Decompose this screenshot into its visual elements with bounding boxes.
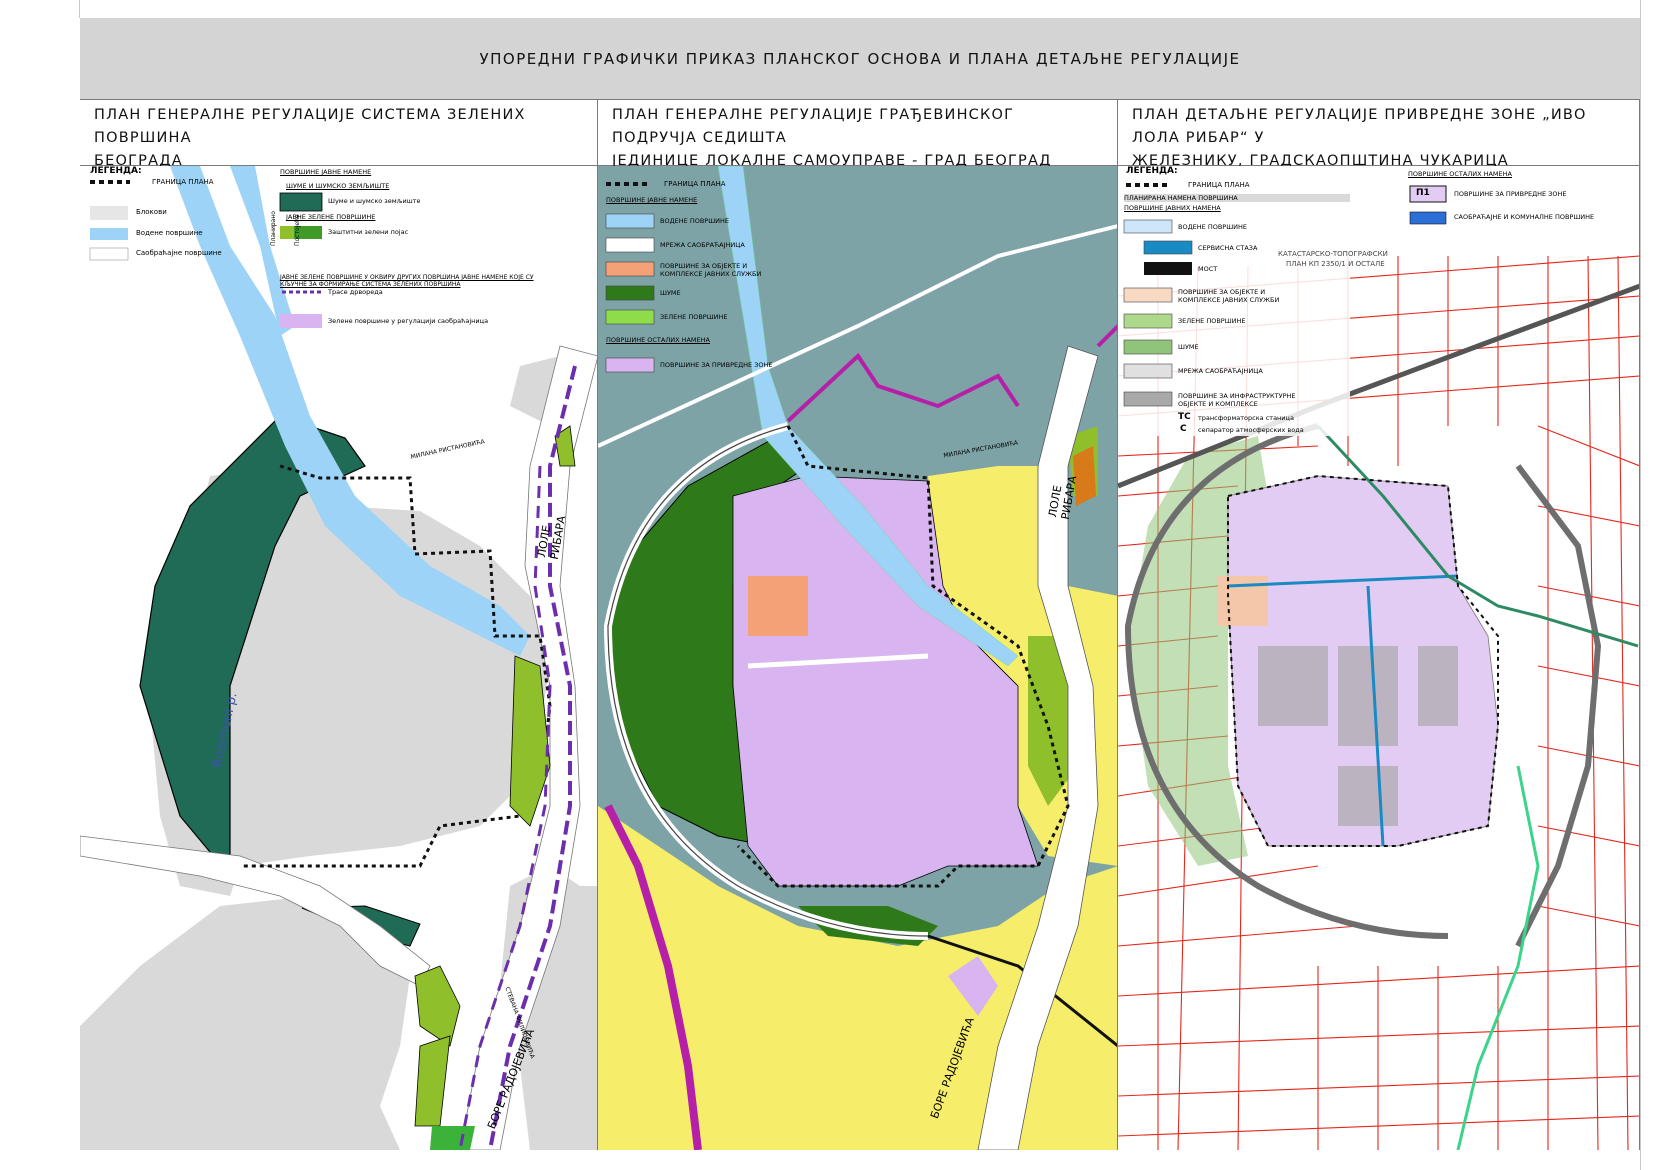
panel3-legend-tc-label: трансформаторска станица: [1198, 414, 1294, 422]
sheet-title: УПОРЕДНИ ГРАФИЧКИ ПРИКАЗ ПЛАНСКОГ ОСНОВА…: [80, 18, 1640, 100]
panel2-legend-other-use: ПОВРШИНЕ ОСТАЛИХ НАМЕНА: [606, 336, 710, 344]
protective-belt-3: [414, 965, 461, 1047]
panel3-map-drawing: [1118, 166, 1639, 1150]
panel3-legend-forests: ШУМЕ: [1178, 343, 1199, 351]
panel3-legend-water: ВОДЕНЕ ПОВРШИНЕ: [1178, 223, 1248, 231]
road-east: [1515, 464, 1602, 948]
panel1-legend-title: ЛЕГЕНДА:: [90, 166, 142, 176]
panel2-legend-boundary: ГРАНИЦА ПЛАНА: [664, 180, 726, 188]
buildings-hatch-2: [1338, 646, 1398, 746]
panel1-legend-vert-existing: Постојеће: [294, 214, 301, 246]
panel1-legend-vert-planned: Планирано: [270, 211, 277, 246]
panel2-heading: ПЛАН ГЕНЕРАЛНЕ РЕГУЛАЦИЈЕ ГРАЂЕВИНСКОГ П…: [598, 100, 1118, 192]
protective-belt-4: [414, 1035, 451, 1127]
buildings-hatch-1: [1258, 646, 1328, 726]
buildings-hatch-3: [1418, 646, 1458, 726]
panel3-heading: ПЛАН ДЕТАЉНЕ РЕГУЛАЦИЈЕ ПРИВРЕДНЕ ЗОНЕ „…: [1118, 100, 1640, 169]
panel3-heading-line1: ПЛАН ДЕТАЉНЕ РЕГУЛАЦИЈЕ ПРИВРЕДНЕ ЗОНЕ „…: [1132, 107, 1587, 146]
panel1-legend-forest-group: ШУМЕ И ШУМСКО ЗЕМЉИШТЕ: [286, 182, 390, 190]
panel3-legend-p1-symbol: П1: [1416, 188, 1430, 198]
panel3-legend-planned-use: ПЛАНИРАНА НАМЕНА ПОВРШИНА: [1124, 194, 1238, 202]
panel2-heading-line1: ПЛАН ГЕНЕРАЛНЕ РЕГУЛАЦИЈЕ ГРАЂЕВИНСКОГ П…: [612, 107, 1015, 146]
panel2-legend-water: ВОДЕНЕ ПОВРШИНЕ: [660, 217, 730, 225]
panel1-legend-forest: Шуме и шумско земљиште: [328, 197, 421, 205]
magenta-edge-east: [1096, 324, 1117, 348]
panel3-legend-other-use: ПОВРШИНЕ ОСТАЛИХ НАМЕНА: [1408, 170, 1512, 178]
panel2-legend-traffic: МРЕЖА САОБРАЋАЈНИЦА: [660, 241, 745, 249]
panel1-legend-traffic: Саобраћајне површине: [136, 249, 222, 257]
panel1-legend-blocks: Блокови: [136, 208, 167, 216]
panel3-legend-infrastructure: ПОВРШИНЕ ЗА ИНФРАСТРУКТУРНЕ ОБЈЕКТЕ И КО…: [1178, 392, 1296, 408]
panel1-legend-protective: Заштитни зелени појас: [328, 228, 409, 236]
panel3-legend-traffic-network: МРЕЖА САОБРАЋАЈНИЦА: [1178, 367, 1263, 375]
panel2-legend-services: ПОВРШИНЕ ЗА ОБЈЕКТЕ И КОМПЛЕКСЕ ЈАВНИХ С…: [660, 262, 762, 278]
panel3-legend-public-services: ПОВРШИНЕ ЗА ОБЈЕКТЕ И КОМПЛЕКСЕ ЈАВНИХ С…: [1178, 288, 1280, 304]
panel2-legend-green: ЗЕЛЕНЕ ПОВРШИНЕ: [660, 313, 728, 321]
sheet-edge-left: [79, 0, 80, 18]
panel3-legend-traffic-utility: САОБРАЋАЈНЕ И КОМУНАЛНЕ ПОВРШИНЕ: [1454, 213, 1595, 221]
panel3-legend-c-symbol: С: [1180, 424, 1187, 434]
panel2-map[interactable]: ГРАНИЦА ПЛАНА ПОВРШИНЕ ЈАВНЕ НАМЕНЕ ВОДЕ…: [598, 166, 1118, 1150]
magenta-boundary-north: [786, 352, 1020, 423]
panel3-legend-commercial: ПОВРШИНЕ ЗА ПРИВРЕДНЕ ЗОНЕ: [1454, 190, 1567, 198]
protective-belt-5: [430, 1126, 475, 1150]
buildings-hatch-4: [1338, 766, 1398, 826]
panel1-legend-public-use: ПОВРШИНЕ ЈАВНЕ НАМЕНЕ: [280, 168, 372, 176]
panel3-map[interactable]: ЛЕГЕНДА: ГРАНИЦА ПЛАНА ПЛАНИРАНА НАМЕНА …: [1118, 166, 1640, 1150]
panel1-legend-other-green: ЈАВНЕ ЗЕЛЕНЕ ПОВРШИНЕ У ОКВИРУ ДРУГИХ ПО…: [280, 274, 534, 288]
panel1-legend-green-traffic: Зелене површине у регулацији саобраћајни…: [328, 317, 489, 325]
panel1-map[interactable]: ЛЕГЕНДА: ГРАНИЦА ПЛАНА Блокови Водене по…: [80, 166, 598, 1150]
panel2-legend-commercial: ПОВРШИНЕ ЗА ПРИВРЕДНЕ ЗОНЕ: [660, 361, 773, 369]
panel3-legend-tc-symbol: ТС: [1178, 412, 1191, 422]
panel2-legend-public-use: ПОВРШИНЕ ЈАВНЕ НАМЕНЕ: [606, 196, 698, 204]
panel3-legend-service-path: СЕРВИСНА СТАЗА: [1198, 244, 1258, 252]
panel1-legend-water: Водене површине: [136, 229, 203, 237]
panel3-cadastre-line1: КАТАСТАРСКО-ТОПОГРАФСКИ: [1278, 250, 1388, 258]
panel1-legend-boundary: ГРАНИЦА ПЛАНА: [152, 178, 214, 186]
panel3-legend-public-use: ПОВРШИНЕ ЈАВНИХ НАМЕНА: [1124, 204, 1221, 212]
panel1-heading-line1: ПЛАН ГЕНЕРАЛНЕ РЕГУЛАЦИЈЕ СИСТЕМА ЗЕЛЕНИ…: [94, 107, 526, 146]
panel3-cadastre-line2: ПЛАН КП 2350/1 И ОСТАЛЕ: [1286, 260, 1385, 268]
panel3-legend-bridge: МОСТ: [1198, 265, 1218, 273]
panel1-heading: ПЛАН ГЕНЕРАЛНЕ РЕГУЛАЦИЈЕ СИСТЕМА ЗЕЛЕНИ…: [80, 100, 598, 169]
sheet-edge-right: [1640, 0, 1641, 1170]
panel2-legend-forests: ШУМЕ: [660, 289, 681, 297]
panel3-legend-c-label: сепаратор атмосферских вода: [1198, 426, 1304, 434]
panel1-legend-tree-rows: Трасе дрвореда: [328, 288, 383, 296]
panel3-legend-green: ЗЕЛЕНЕ ПОВРШИНЕ: [1178, 317, 1246, 325]
public-services-zone: [748, 576, 808, 636]
panel3-legend-title: ЛЕГЕНДА:: [1126, 166, 1178, 176]
panel3-legend-boundary: ГРАНИЦА ПЛАНА: [1188, 181, 1250, 189]
panel1-map-drawing: [80, 166, 597, 1150]
